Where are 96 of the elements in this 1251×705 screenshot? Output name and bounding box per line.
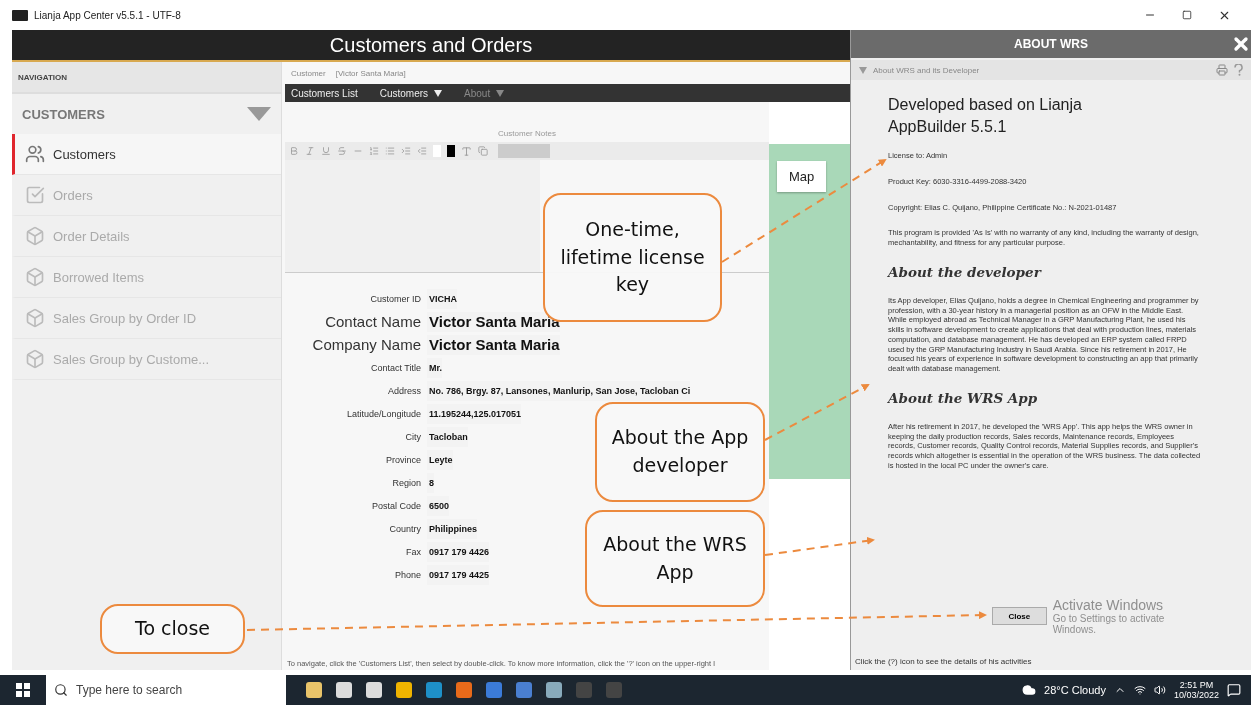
italic-icon[interactable] bbox=[305, 146, 315, 156]
breadcrumb-label: Customer bbox=[291, 68, 326, 78]
taskbar-search-field[interactable]: Type here to search bbox=[46, 675, 286, 705]
field-label: Customer ID bbox=[369, 293, 422, 304]
callout: About the WRS App bbox=[585, 510, 765, 607]
notes-label: Customer Notes bbox=[497, 129, 557, 138]
nav-item-icon bbox=[25, 267, 45, 287]
field-value: VICHA bbox=[427, 288, 457, 309]
collapse-triangle-icon[interactable] bbox=[247, 107, 271, 121]
field-label: Company Name bbox=[311, 336, 422, 353]
close-icon bbox=[1231, 34, 1251, 54]
app-header: Customers and Orders bbox=[12, 30, 850, 62]
help-icon[interactable] bbox=[1234, 64, 1243, 76]
nav-item-icon bbox=[25, 185, 45, 205]
notes-field[interactable] bbox=[285, 160, 540, 272]
outdent-icon[interactable] bbox=[417, 146, 427, 156]
field-label: Phone bbox=[393, 569, 422, 580]
field-label: Fax bbox=[405, 546, 422, 557]
app-logo-icon bbox=[12, 9, 28, 21]
volume-icon[interactable] bbox=[1153, 684, 1166, 696]
taskbar-app-icon[interactable] bbox=[546, 682, 562, 698]
callout: About the App developer bbox=[595, 402, 765, 502]
map-button[interactable]: Map bbox=[777, 161, 827, 192]
indent-icon[interactable] bbox=[401, 146, 411, 156]
field-label: Contact Title bbox=[369, 362, 422, 373]
notification-icon[interactable] bbox=[1227, 683, 1241, 697]
close-panel-button[interactable] bbox=[1231, 34, 1251, 54]
field-value: Philippines bbox=[427, 518, 477, 539]
printer-icon[interactable] bbox=[1216, 64, 1228, 76]
callout: To close bbox=[100, 604, 245, 654]
field-label: Country bbox=[388, 523, 422, 534]
field-label: Contact Name bbox=[324, 313, 422, 330]
field-label: Province bbox=[385, 454, 422, 465]
close-button[interactable]: Close bbox=[992, 607, 1047, 625]
underline-icon[interactable] bbox=[321, 146, 331, 156]
field-label: City bbox=[404, 431, 422, 442]
maximize-icon[interactable] bbox=[1182, 10, 1192, 20]
text-format-icon[interactable] bbox=[461, 145, 472, 157]
taskbar-app-icon[interactable] bbox=[456, 682, 472, 698]
nav-item-icon bbox=[25, 144, 45, 164]
strikethrough-icon[interactable] bbox=[337, 146, 347, 156]
bullet-list-icon[interactable] bbox=[385, 146, 395, 156]
about-title: ABOUT WRS bbox=[1014, 37, 1088, 51]
field-value: Mr. bbox=[427, 357, 442, 378]
bold-icon[interactable] bbox=[289, 146, 299, 156]
cloud-icon bbox=[1022, 683, 1037, 697]
navigation-heading: NAVIGATION bbox=[12, 62, 281, 94]
taskbar-app-icon[interactable] bbox=[396, 682, 412, 698]
field-value: Victor Santa Maria bbox=[427, 334, 560, 355]
field-value: No. 786, Brgy. 87, Lansones, Manlurip, San Jose, Tacloban Ci bbox=[427, 380, 691, 401]
taskbar-app-icon[interactable] bbox=[336, 682, 352, 698]
about-footer: Click the (?) icon to see the details of his activities bbox=[851, 649, 1251, 670]
field-value: 11.195244,125.017051 bbox=[427, 403, 522, 424]
section-heading: CUSTOMERS bbox=[22, 106, 105, 122]
taskbar-app-icon[interactable] bbox=[306, 682, 322, 698]
section-title: About the WRS App bbox=[888, 389, 1039, 406]
taskbar-app-icon[interactable] bbox=[486, 682, 502, 698]
network-icon[interactable] bbox=[1133, 684, 1146, 696]
breadcrumb-value: [Victor Santa Maria] bbox=[335, 68, 406, 78]
field-label: Region bbox=[391, 477, 422, 488]
taskbar-app-icon[interactable] bbox=[516, 682, 532, 698]
menu-item[interactable]: Customers List bbox=[291, 87, 358, 99]
activation-text: Go to Settings to activate Windows. bbox=[1052, 613, 1166, 635]
taskbar-app-icon[interactable] bbox=[366, 682, 382, 698]
menu-item[interactable]: Customers bbox=[379, 87, 443, 99]
field-label: Address bbox=[386, 385, 422, 396]
field-value: 6500 bbox=[427, 495, 450, 516]
field-value: Victor Santa Maria bbox=[427, 311, 560, 332]
taskbar-app-icon[interactable] bbox=[576, 682, 592, 698]
nav-item-icon bbox=[25, 308, 45, 328]
field-value: 0917 179 4426 bbox=[427, 541, 490, 562]
about-subtitle: About WRS and its Developer bbox=[873, 65, 981, 75]
nav-item-icon bbox=[25, 226, 45, 246]
font-select[interactable] bbox=[498, 144, 550, 158]
field-value: Tacloban bbox=[427, 426, 468, 447]
text-color-icon[interactable] bbox=[447, 145, 455, 157]
field-label: Postal Code bbox=[370, 500, 422, 511]
nav-item[interactable]: Customers bbox=[12, 134, 281, 175]
copy-icon[interactable] bbox=[478, 146, 488, 156]
collapse-caret-icon[interactable] bbox=[859, 66, 867, 74]
section-title: About the developer bbox=[888, 263, 1043, 280]
window-title: Lianja App Center v5.5.1 - UTF-8 bbox=[34, 9, 182, 21]
nav-item-icon bbox=[25, 349, 45, 369]
about-heading: Developed based on Lianja AppBuilder 5.5.1 bbox=[888, 95, 1083, 137]
windows-logo-icon bbox=[16, 683, 30, 697]
taskbar-app-icon[interactable] bbox=[426, 682, 442, 698]
taskbar-app-icon[interactable] bbox=[606, 682, 622, 698]
field-value: 0917 179 4425 bbox=[427, 564, 490, 585]
weather-text: 28°C Cloudy bbox=[1044, 684, 1106, 696]
field-value: Leyte bbox=[427, 449, 453, 470]
field-label: Latitude/Longitude bbox=[345, 408, 422, 419]
clock[interactable]: 2:51 PM 10/03/2022 bbox=[1173, 680, 1219, 700]
search-icon bbox=[54, 683, 68, 697]
field-value: 8 bbox=[427, 472, 434, 493]
numbered-list-icon[interactable] bbox=[369, 146, 379, 156]
activation-title: Activate Windows bbox=[1052, 597, 1165, 613]
